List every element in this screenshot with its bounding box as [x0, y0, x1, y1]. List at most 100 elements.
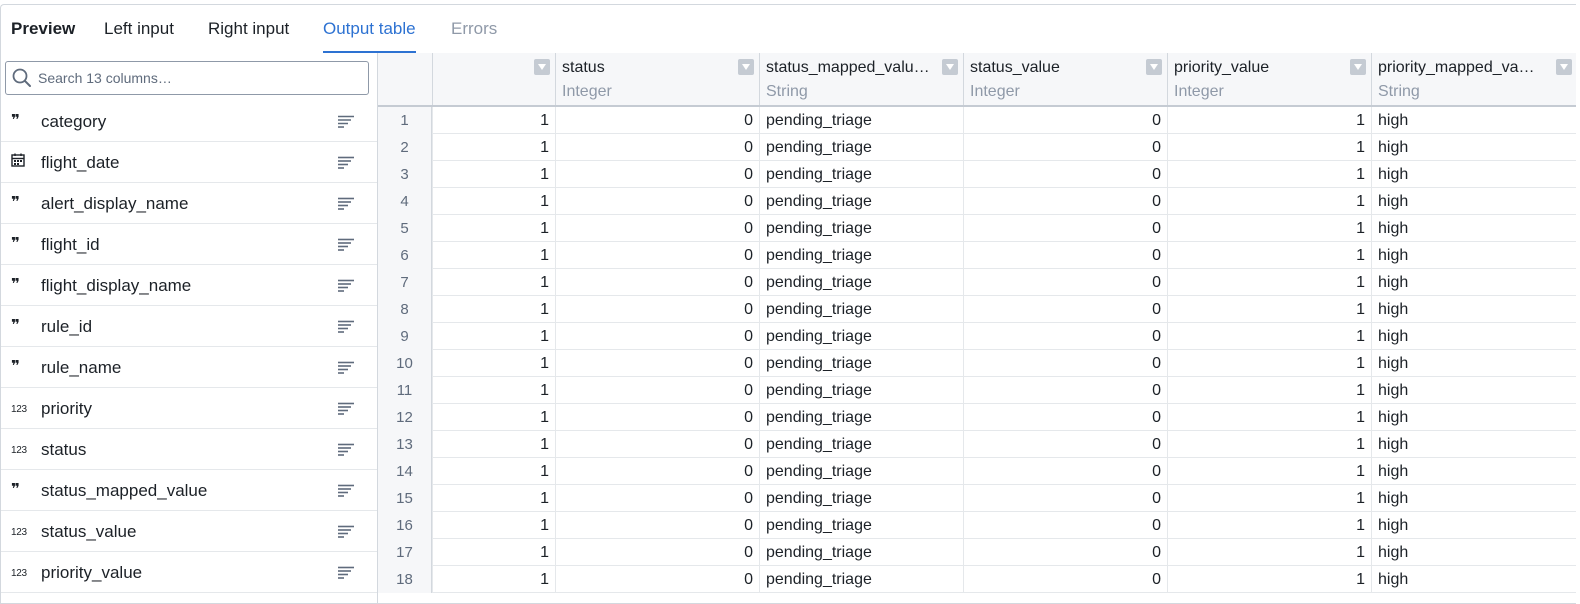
table-row[interactable]: 12 1 0 pending_triage 0 1 high [378, 404, 1576, 431]
table-row[interactable]: 4 1 0 pending_triage 0 1 high [378, 188, 1576, 215]
table-cell[interactable]: 1 [432, 161, 555, 188]
table-cell[interactable]: 1 [432, 377, 555, 404]
table-cell[interactable]: high [1371, 458, 1576, 485]
tab-errors[interactable]: Errors [451, 19, 497, 53]
table-cell[interactable]: high [1371, 485, 1576, 512]
table-cell[interactable]: 1 [1167, 323, 1371, 350]
table-cell[interactable]: 0 [555, 323, 759, 350]
table-cell[interactable]: high [1371, 404, 1576, 431]
column-header[interactable]: priority_mapped_va… String [1371, 53, 1576, 105]
column-list-item[interactable]: flight_date [1, 142, 377, 183]
table-cell[interactable]: 1 [1167, 215, 1371, 242]
table-cell[interactable]: 1 [1167, 539, 1371, 566]
table-row[interactable]: 11 1 0 pending_triage 0 1 high [378, 377, 1576, 404]
column-list-item[interactable]: 123 status [1, 429, 377, 470]
table-cell[interactable]: high [1371, 134, 1576, 161]
table-cell[interactable]: pending_triage [759, 161, 963, 188]
table-cell[interactable]: pending_triage [759, 539, 963, 566]
table-cell[interactable]: pending_triage [759, 458, 963, 485]
column-header[interactable]: status_mapped_valu… String [759, 53, 963, 105]
table-cell[interactable]: 0 [555, 485, 759, 512]
table-row[interactable]: 16 1 0 pending_triage 0 1 high [378, 512, 1576, 539]
sort-lines-icon[interactable] [337, 115, 355, 134]
table-cell[interactable]: 1 [1167, 134, 1371, 161]
table-cell[interactable]: high [1371, 242, 1576, 269]
table-cell[interactable]: 0 [963, 107, 1167, 134]
table-cell[interactable]: 1 [432, 134, 555, 161]
sort-lines-icon[interactable] [337, 443, 355, 462]
table-cell[interactable]: 1 [1167, 512, 1371, 539]
tab-output-table[interactable]: Output table [323, 19, 416, 54]
table-cell[interactable]: 1 [432, 107, 555, 134]
table-cell[interactable]: 1 [1167, 377, 1371, 404]
table-cell[interactable]: 0 [963, 296, 1167, 323]
column-list-item[interactable]: ❞ flight_id [1, 224, 377, 265]
table-cell[interactable]: 1 [432, 323, 555, 350]
table-cell[interactable]: pending_triage [759, 242, 963, 269]
filter-dropdown-icon[interactable] [942, 59, 958, 75]
column-list-item[interactable]: 123 status_value [1, 511, 377, 552]
tab-left-input[interactable]: Left input [104, 19, 174, 53]
table-cell[interactable]: 1 [1167, 404, 1371, 431]
table-cell[interactable]: 0 [963, 242, 1167, 269]
table-cell[interactable]: 0 [963, 215, 1167, 242]
table-cell[interactable]: 1 [1167, 350, 1371, 377]
table-cell[interactable]: 0 [555, 404, 759, 431]
table-row[interactable]: 9 1 0 pending_triage 0 1 high [378, 323, 1576, 350]
table-row[interactable]: 2 1 0 pending_triage 0 1 high [378, 134, 1576, 161]
column-list-item[interactable]: ❞ category [1, 101, 377, 142]
table-cell[interactable]: 0 [963, 566, 1167, 593]
table-cell[interactable]: high [1371, 539, 1576, 566]
table-cell[interactable]: 1 [432, 458, 555, 485]
column-list-item[interactable]: ❞ rule_name [1, 347, 377, 388]
table-row[interactable]: 17 1 0 pending_triage 0 1 high [378, 539, 1576, 566]
table-row[interactable]: 5 1 0 pending_triage 0 1 high [378, 215, 1576, 242]
table-cell[interactable]: pending_triage [759, 431, 963, 458]
table-cell[interactable]: high [1371, 215, 1576, 242]
table-row[interactable]: 7 1 0 pending_triage 0 1 high [378, 269, 1576, 296]
table-row[interactable]: 13 1 0 pending_triage 0 1 high [378, 431, 1576, 458]
table-cell[interactable]: 0 [963, 485, 1167, 512]
column-list-item[interactable]: 123 priority_value [1, 552, 377, 593]
filter-dropdown-icon[interactable] [1146, 59, 1162, 75]
table-cell[interactable]: 0 [963, 539, 1167, 566]
table-cell[interactable]: 1 [432, 188, 555, 215]
table-cell[interactable]: pending_triage [759, 188, 963, 215]
table-cell[interactable]: 0 [555, 134, 759, 161]
table-row[interactable]: 18 1 0 pending_triage 0 1 high [378, 566, 1576, 593]
table-cell[interactable]: 0 [963, 377, 1167, 404]
table-cell[interactable]: 1 [1167, 269, 1371, 296]
table-cell[interactable]: pending_triage [759, 107, 963, 134]
table-cell[interactable]: pending_triage [759, 134, 963, 161]
column-header[interactable] [432, 53, 555, 105]
table-cell[interactable]: pending_triage [759, 323, 963, 350]
table-cell[interactable]: high [1371, 431, 1576, 458]
table-cell[interactable]: 1 [432, 296, 555, 323]
sort-lines-icon[interactable] [337, 402, 355, 421]
table-cell[interactable]: 0 [555, 512, 759, 539]
column-search-input[interactable] [38, 65, 358, 91]
table-cell[interactable]: 0 [555, 269, 759, 296]
table-cell[interactable]: pending_triage [759, 566, 963, 593]
table-cell[interactable]: high [1371, 161, 1576, 188]
table-cell[interactable]: pending_triage [759, 350, 963, 377]
table-cell[interactable]: pending_triage [759, 377, 963, 404]
table-cell[interactable]: 0 [555, 188, 759, 215]
table-row[interactable]: 8 1 0 pending_triage 0 1 high [378, 296, 1576, 323]
column-list-item[interactable]: ❞ rule_id [1, 306, 377, 347]
table-cell[interactable]: 0 [963, 188, 1167, 215]
tab-right-input[interactable]: Right input [208, 19, 289, 53]
table-cell[interactable]: pending_triage [759, 404, 963, 431]
table-cell[interactable]: 0 [555, 107, 759, 134]
table-cell[interactable]: high [1371, 566, 1576, 593]
table-cell[interactable]: pending_triage [759, 296, 963, 323]
table-cell[interactable]: 0 [963, 350, 1167, 377]
table-cell[interactable]: 0 [555, 377, 759, 404]
table-cell[interactable]: pending_triage [759, 215, 963, 242]
table-row[interactable]: 3 1 0 pending_triage 0 1 high [378, 161, 1576, 188]
table-cell[interactable]: 1 [432, 512, 555, 539]
table-cell[interactable]: 0 [555, 566, 759, 593]
table-cell[interactable]: 0 [555, 242, 759, 269]
table-cell[interactable]: 1 [1167, 188, 1371, 215]
table-cell[interactable]: 0 [963, 512, 1167, 539]
